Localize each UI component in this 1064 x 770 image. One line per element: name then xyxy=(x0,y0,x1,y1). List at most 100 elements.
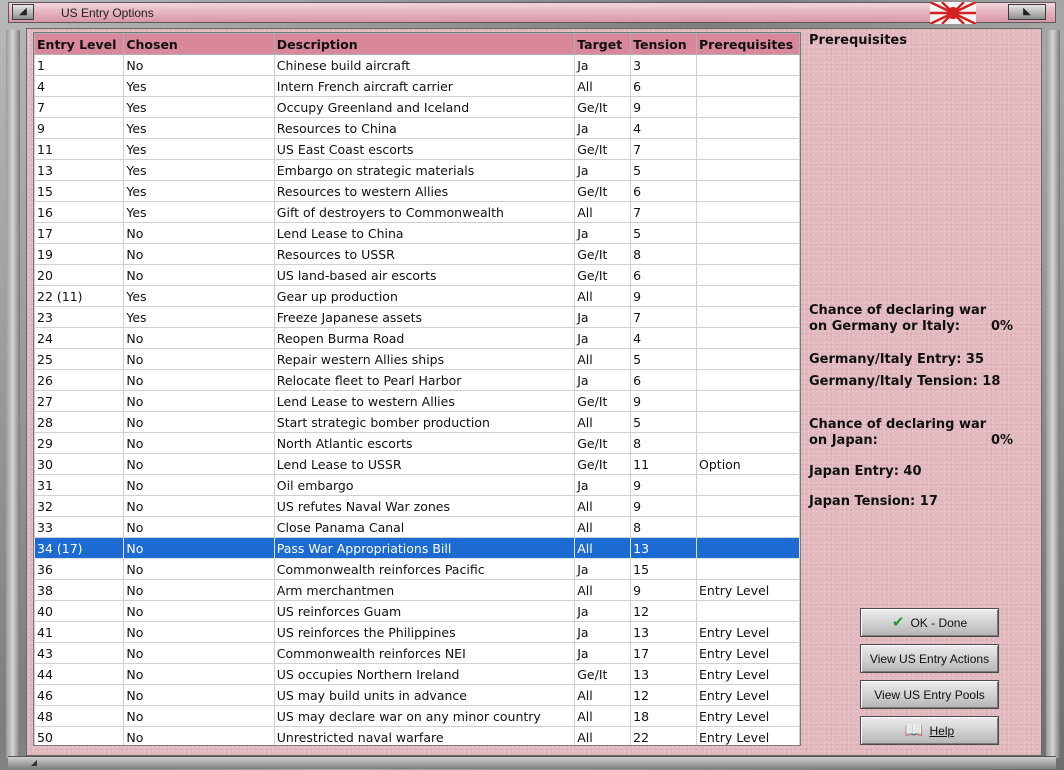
cell-prerequisites xyxy=(696,600,800,622)
left-frame-rail xyxy=(6,30,20,758)
column-header-description[interactable]: Description xyxy=(273,33,576,55)
cell-entry-level: 33 xyxy=(34,516,125,538)
ok-done-button[interactable]: ✔ OK - Done xyxy=(860,608,999,637)
table-header-row: Entry Level Chosen Description Target Te… xyxy=(34,33,800,55)
table-row[interactable]: 4 Yes Intern French aircraft carrier All 6 xyxy=(34,75,800,97)
table-row[interactable]: 11 Yes US East Coast escorts Ge/It 7 xyxy=(34,138,800,160)
table-row[interactable]: 33 No Close Panama Canal All 8 xyxy=(34,516,800,538)
cell-entry-level: 17 xyxy=(34,222,125,244)
column-header-prerequisites[interactable]: Prerequisites xyxy=(696,33,800,55)
cell-entry-level: 29 xyxy=(34,432,125,454)
cell-target: Ge/It xyxy=(574,663,632,685)
column-header-entry-level[interactable]: Entry Level xyxy=(34,33,125,55)
table-row[interactable]: 44 No US occupies Northern Ireland Ge/It 13 E… xyxy=(34,663,800,685)
table-row[interactable]: 26 No Relocate fleet to Pearl Harbor Ja 6 xyxy=(34,369,800,391)
cell-entry-level: 11 xyxy=(34,138,125,160)
cell-target: All xyxy=(574,684,632,706)
table-row[interactable]: 7 Yes Occupy Greenland and Iceland Ge/It 9 xyxy=(34,96,800,118)
cell-entry-level: 28 xyxy=(34,411,125,433)
table-row[interactable]: 30 No Lend Lease to USSR Ge/It 11 Option xyxy=(34,453,800,475)
cell-entry-level: 24 xyxy=(34,327,125,349)
cell-prerequisites xyxy=(696,348,800,370)
table-row[interactable]: 25 No Repair western Allies ships All 5 xyxy=(34,348,800,370)
cell-prerequisites xyxy=(696,201,800,223)
cell-target: Ge/It xyxy=(574,138,632,160)
cell-prerequisites xyxy=(696,54,800,76)
cell-entry-level: 44 xyxy=(34,663,125,685)
table-row[interactable]: 1 No Chinese build aircraft Ja 3 xyxy=(34,54,800,76)
cell-entry-level: 7 xyxy=(34,96,125,118)
cell-prerequisites: Entry Level xyxy=(696,579,800,601)
table-row[interactable]: 29 No North Atlantic escorts Ge/It 8 xyxy=(34,432,800,454)
table-row[interactable]: 32 No US refutes Naval War zones All 9 xyxy=(34,495,800,517)
table-row[interactable]: 34 (17) No Pass War Appropriations Bill All… xyxy=(34,537,800,559)
cell-prerequisites xyxy=(696,411,800,433)
table-row[interactable]: 9 Yes Resources to China Ja 4 xyxy=(34,117,800,139)
help-button[interactable]: 📖 Help xyxy=(860,716,999,745)
table-row[interactable]: 23 Yes Freeze Japanese assets Ja 7 xyxy=(34,306,800,328)
cell-chosen: Yes xyxy=(123,285,275,307)
ok-done-label: OK - Done xyxy=(910,615,968,630)
cell-entry-level: 50 xyxy=(34,726,125,745)
cell-chosen: No xyxy=(123,390,275,412)
column-header-chosen[interactable]: Chosen xyxy=(123,33,275,55)
cell-target: Ja xyxy=(574,222,632,244)
cell-entry-level: 26 xyxy=(34,369,125,391)
cell-chosen: No xyxy=(123,621,275,643)
cell-chosen: No xyxy=(123,684,275,706)
table-row[interactable]: 41 No US reinforces the Philippines Ja 13 Ent… xyxy=(34,621,800,643)
table-row[interactable]: 19 No Resources to USSR Ge/It 8 xyxy=(34,243,800,265)
cell-description: Commonwealth reinforces Pacific xyxy=(273,558,576,580)
view-us-entry-actions-button[interactable]: View US Entry Actions xyxy=(860,644,999,673)
table-row[interactable]: 24 No Reopen Burma Road Ja 4 xyxy=(34,327,800,349)
cell-prerequisites xyxy=(696,369,800,391)
close-window-button[interactable]: ◣ xyxy=(1008,4,1046,20)
cell-chosen: Yes xyxy=(123,201,275,223)
cell-target: Ge/It xyxy=(574,264,632,286)
cell-description: Resources to western Allies xyxy=(273,180,576,202)
table-row[interactable]: 43 No Commonwealth reinforces NEI Ja 17 Entry… xyxy=(34,642,800,664)
cell-chosen: Yes xyxy=(123,180,275,202)
cell-tension: 15 xyxy=(630,558,698,580)
table-row[interactable]: 13 Yes Embargo on strategic materials Ja 5 xyxy=(34,159,800,181)
cell-chosen: Yes xyxy=(123,306,275,328)
table-row[interactable]: 22 (11) Yes Gear up production All 9 xyxy=(34,285,800,307)
table-row[interactable]: 38 No Arm merchantmen All 9 Entry Level xyxy=(34,579,800,601)
cell-prerequisites xyxy=(696,75,800,97)
cell-target: Ja xyxy=(574,54,632,76)
cell-tension: 9 xyxy=(630,579,698,601)
cell-target: All xyxy=(574,75,632,97)
table-row[interactable]: 17 No Lend Lease to China Ja 5 xyxy=(34,222,800,244)
cell-chosen: No xyxy=(123,411,275,433)
cell-entry-level: 13 xyxy=(34,159,125,181)
cell-tension: 12 xyxy=(630,600,698,622)
table-row[interactable]: 20 No US land-based air escorts Ge/It 6 xyxy=(34,264,800,286)
cell-target: Ja xyxy=(574,558,632,580)
table-row[interactable]: 36 No Commonwealth reinforces Pacific Ja 15 xyxy=(34,558,800,580)
table-row[interactable]: 28 No Start strategic bomber production All… xyxy=(34,411,800,433)
cell-entry-level: 41 xyxy=(34,621,125,643)
cell-tension: 18 xyxy=(630,705,698,727)
column-header-target[interactable]: Target xyxy=(574,33,632,55)
cell-description: Reopen Burma Road xyxy=(273,327,576,349)
cell-entry-level: 19 xyxy=(34,243,125,265)
cell-target: All xyxy=(574,579,632,601)
cell-target: Ja xyxy=(574,369,632,391)
table-row[interactable]: 50 No Unrestricted naval warfare All 22 Entry… xyxy=(34,726,800,745)
table-row[interactable]: 40 No US reinforces Guam Ja 12 xyxy=(34,600,800,622)
table-row[interactable]: 15 Yes Resources to western Allies Ge/It 6 xyxy=(34,180,800,202)
table-row[interactable]: 48 No US may declare war on any minor coun… xyxy=(34,705,800,727)
view-us-entry-pools-button[interactable]: View US Entry Pools xyxy=(860,680,999,709)
table-row[interactable]: 27 No Lend Lease to western Allies Ge/It 9 xyxy=(34,390,800,412)
resize-grip-icon[interactable]: ◢ xyxy=(22,758,46,768)
table-row[interactable]: 16 Yes Gift of destroyers to Commonwealth A… xyxy=(34,201,800,223)
table-row[interactable]: 31 No Oil embargo Ja 9 xyxy=(34,474,800,496)
cell-prerequisites xyxy=(696,390,800,412)
cell-tension: 8 xyxy=(630,516,698,538)
cell-entry-level: 31 xyxy=(34,474,125,496)
table-row[interactable]: 46 No US may build units in advance All 12 En… xyxy=(34,684,800,706)
cell-chosen: No xyxy=(123,558,275,580)
column-header-tension[interactable]: Tension xyxy=(630,33,698,55)
cell-tension: 8 xyxy=(630,243,698,265)
system-menu-button[interactable]: ◢ xyxy=(12,4,34,20)
